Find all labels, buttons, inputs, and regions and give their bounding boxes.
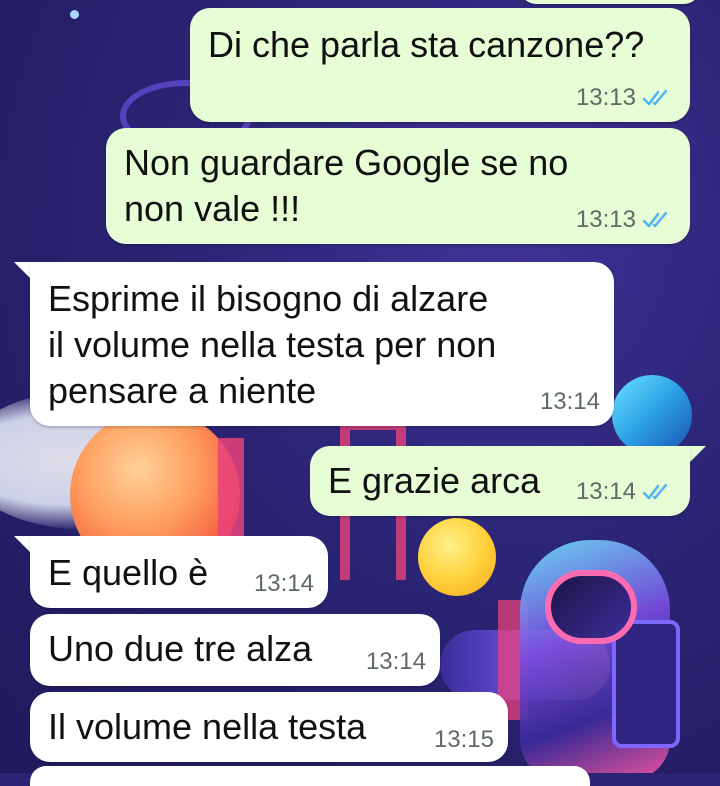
message-bubble-incoming[interactable]: E quello è 13:14 — [30, 536, 328, 608]
message-meta: 13:14 — [576, 478, 672, 506]
message-text: non vale !!! — [124, 188, 301, 229]
message-time: 13:13 — [575, 84, 636, 111]
message-text: Il volume nella testa — [48, 706, 367, 747]
double-check-icon — [642, 483, 668, 500]
message-text: il volume nella testa per non — [48, 324, 497, 365]
message-meta: 13:13 — [576, 84, 672, 112]
message-meta: 13:15 — [434, 726, 494, 754]
message-list[interactable]: Di che parla sta canzone?? 13:13 Non gua… — [0, 0, 720, 786]
message-bubble-outgoing[interactable]: Non guardare Google se no non vale !!! 1… — [106, 128, 690, 244]
double-check-icon — [642, 89, 668, 106]
message-text: Uno due tre alza — [48, 628, 313, 669]
message-meta: 13:14 — [254, 570, 314, 598]
message-text: E grazie arca — [328, 460, 541, 501]
message-bubble-outgoing[interactable]: Di che parla sta canzone?? 13:13 — [190, 8, 690, 122]
message-meta: 13:14 — [366, 648, 426, 676]
message-bubble-incoming[interactable]: Il volume nella testa 13:15 — [30, 692, 508, 762]
double-check-icon — [642, 211, 668, 228]
message-text: E quello è — [48, 552, 209, 593]
message-time: 13:14 — [365, 648, 426, 675]
message-time: 13:14 — [539, 388, 600, 415]
message-bubble-incoming[interactable]: Esprime il bisogno di alzare il volume n… — [30, 262, 614, 426]
bubble-tail — [690, 446, 706, 462]
message-bubble-partial[interactable] — [520, 0, 700, 4]
message-meta: 13:14 — [540, 388, 600, 416]
message-time: 13:13 — [575, 206, 636, 233]
message-time: 13:14 — [253, 570, 314, 597]
message-text: Esprime il bisogno di alzare — [48, 278, 489, 319]
message-time: 13:14 — [575, 478, 636, 505]
message-time: 13:15 — [433, 726, 494, 753]
message-text: Non guardare Google se no — [124, 142, 569, 183]
message-bubble-outgoing[interactable]: E grazie arca 13:14 — [310, 446, 690, 516]
message-text: pensare a niente — [48, 370, 317, 411]
message-text: Di che parla sta canzone?? — [208, 24, 645, 65]
message-bubble-incoming[interactable]: Uno due tre alza 13:14 — [30, 614, 440, 686]
bubble-tail — [14, 536, 30, 552]
bubble-tail — [14, 262, 30, 278]
message-meta: 13:13 — [576, 206, 672, 234]
message-bubble-partial[interactable] — [30, 766, 590, 786]
